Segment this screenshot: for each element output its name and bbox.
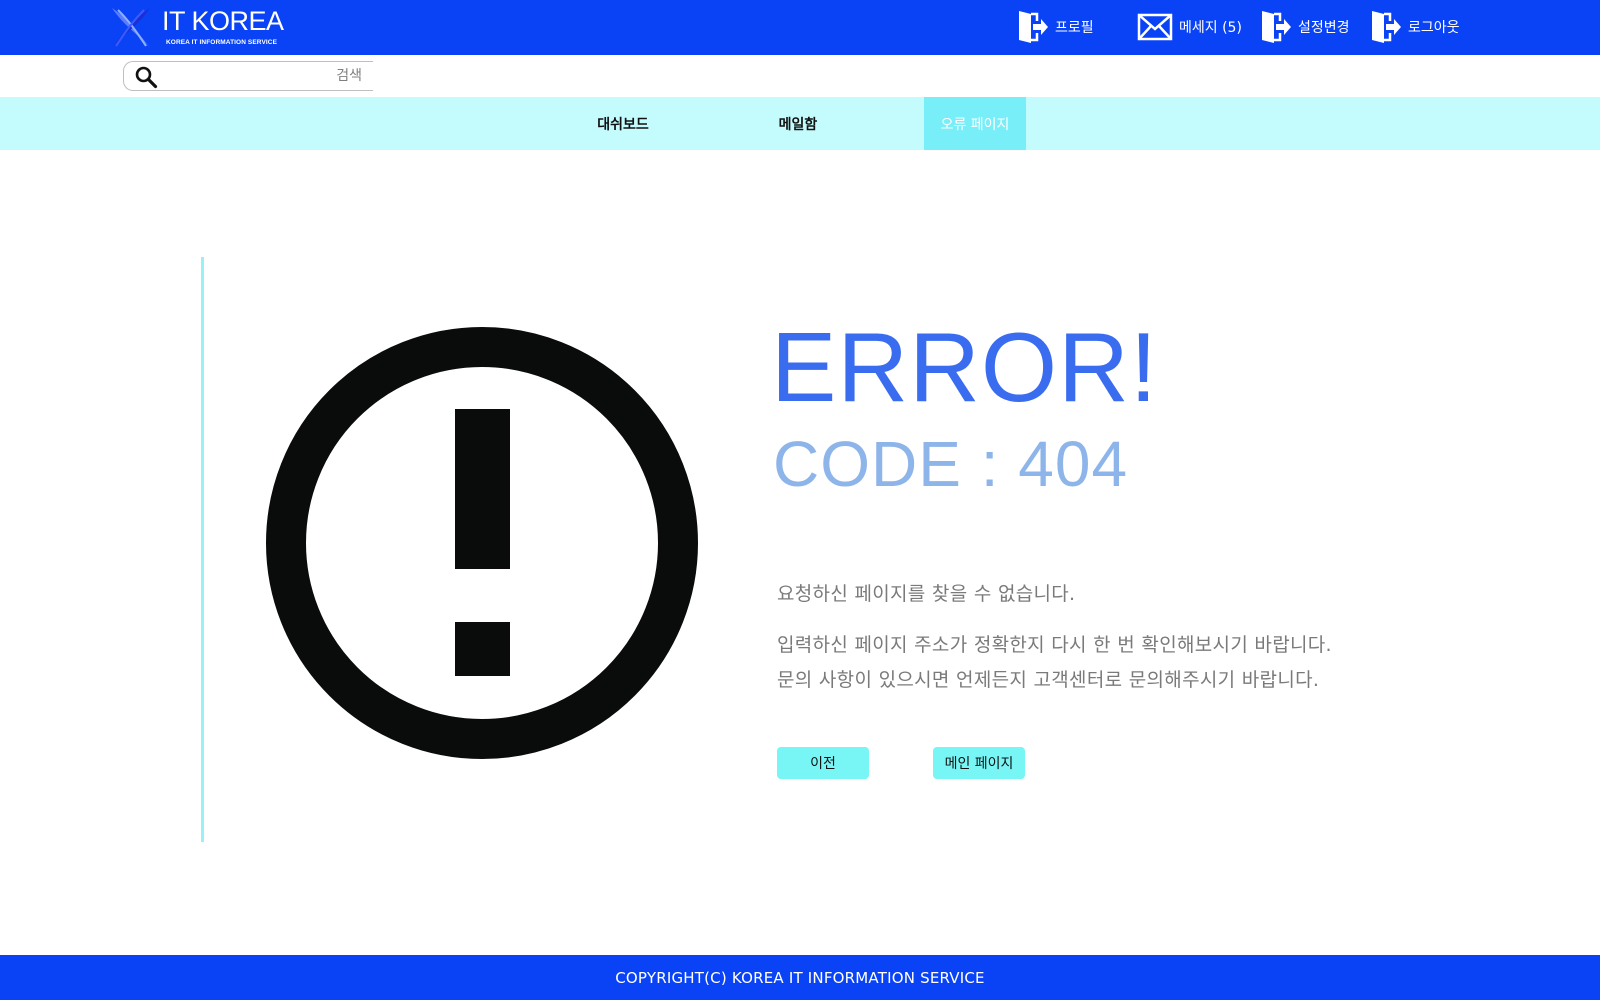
- footer: COPYRIGHT(C) KOREA IT INFORMATION SERVIC…: [0, 955, 1600, 1000]
- error-message-primary: 요청하신 페이지를 찾을 수 없습니다.: [777, 583, 1076, 605]
- top-bar: IT KOREA KOREA IT INFORMATION SERVICE 프로…: [0, 0, 1600, 55]
- back-button[interactable]: 이전: [777, 747, 869, 779]
- error-code: CODE : 404: [773, 428, 1129, 500]
- envelope-icon: [1137, 13, 1173, 41]
- logo-x-icon: [112, 8, 150, 48]
- logo-title: IT KOREA: [162, 6, 284, 36]
- exclamation-circle-icon: [266, 327, 698, 759]
- logo[interactable]: IT KOREA KOREA IT INFORMATION SERVICE: [108, 4, 288, 50]
- main-nav: 대쉬보드 메일함 오류 페이지: [0, 97, 1600, 150]
- nav-profile-link[interactable]: 프로필: [1017, 9, 1094, 45]
- logo-subtitle: KOREA IT INFORMATION SERVICE: [166, 39, 278, 46]
- error-message-detail: 입력하신 페이지 주소가 정확한지 다시 한 번 확인해보시기 바랍니다.: [777, 634, 1332, 656]
- nav-profile-label: 프로필: [1055, 20, 1094, 36]
- nav-settings-label: 설정변경: [1298, 20, 1350, 36]
- nav-logout-label: 로그아웃: [1408, 20, 1460, 36]
- search-input[interactable]: [164, 64, 370, 88]
- nav-logout-link[interactable]: 로그아웃: [1370, 9, 1460, 45]
- nav-settings-link[interactable]: 설정변경: [1260, 9, 1350, 45]
- tab-dashboard[interactable]: 대쉬보드: [572, 97, 674, 150]
- error-message-contact: 문의 사항이 있으시면 언제든지 고객센터로 문의해주시기 바랍니다.: [777, 669, 1320, 691]
- tab-error-page[interactable]: 오류 페이지: [924, 97, 1026, 150]
- door-exit-icon: [1019, 11, 1048, 43]
- main-page-button[interactable]: 메인 페이지: [933, 747, 1025, 779]
- search-icon[interactable]: [134, 65, 158, 89]
- door-exit-icon: [1262, 11, 1291, 43]
- tab-mailbox[interactable]: 메일함: [752, 97, 844, 150]
- nav-messages-link[interactable]: 메세지 (5): [1137, 9, 1242, 45]
- divider-line: [201, 257, 204, 842]
- copyright-text: COPYRIGHT(C) KOREA IT INFORMATION SERVIC…: [615, 968, 985, 987]
- search-box: [123, 61, 373, 91]
- door-exit-icon: [1372, 11, 1401, 43]
- error-title: ERROR!: [771, 312, 1159, 422]
- nav-messages-label: 메세지 (5): [1179, 20, 1242, 36]
